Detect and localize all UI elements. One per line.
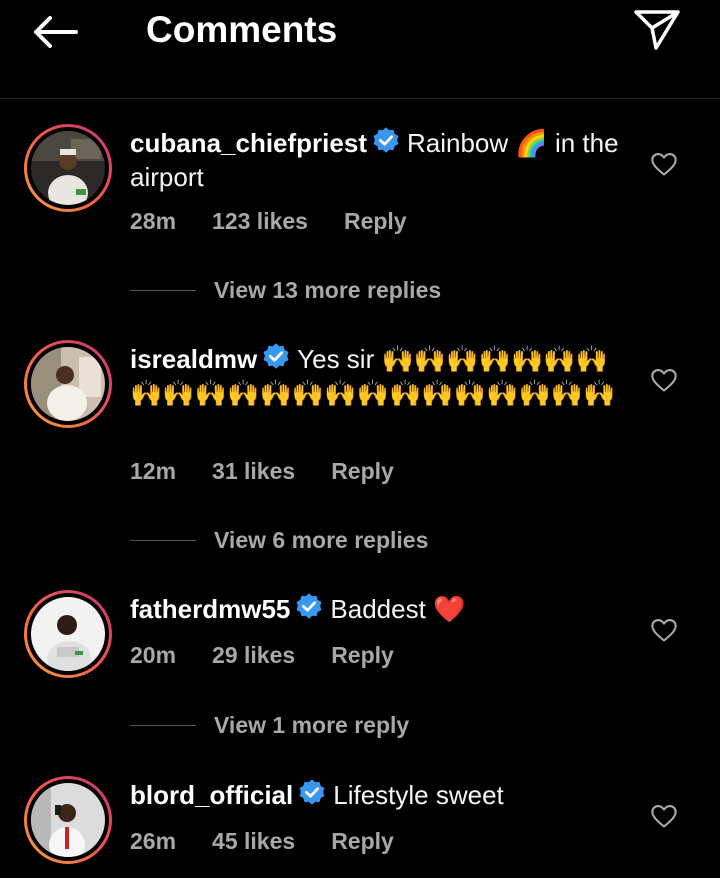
- comment-time: 20m: [130, 642, 177, 668]
- comment-likes[interactable]: 45 likes: [212, 828, 295, 854]
- paper-plane-icon: [634, 10, 680, 50]
- comment-username[interactable]: fatherdmw55: [130, 594, 290, 624]
- verified-badge-icon: [373, 127, 399, 153]
- comment-text: Lifestyle sweet: [333, 780, 504, 810]
- reply-button[interactable]: Reply: [331, 642, 394, 668]
- comment-time: 26m: [130, 828, 177, 854]
- story-ring[interactable]: [24, 340, 112, 428]
- share-button[interactable]: [630, 6, 684, 54]
- header-bar: Comments: [0, 0, 720, 99]
- avatar: [31, 597, 105, 671]
- avatar: [31, 131, 105, 205]
- story-ring[interactable]: [24, 124, 112, 212]
- back-button[interactable]: [28, 8, 84, 56]
- comment-username[interactable]: blord_official: [130, 780, 293, 810]
- reply-button[interactable]: Reply: [331, 458, 394, 484]
- reply-button[interactable]: Reply: [331, 828, 394, 854]
- comment-text: Baddest ❤️: [330, 594, 466, 624]
- comment-username[interactable]: cubana_chiefpriest: [130, 128, 367, 158]
- view-replies-button[interactable]: View 6 more replies: [130, 525, 428, 555]
- comment-likes[interactable]: 31 likes: [212, 458, 295, 484]
- arrow-left-icon: [34, 16, 78, 48]
- comment-likes[interactable]: 29 likes: [212, 642, 295, 668]
- heart-outline-icon[interactable]: [650, 150, 678, 178]
- heart-outline-icon[interactable]: [650, 616, 678, 644]
- reply-button[interactable]: Reply: [344, 208, 407, 234]
- heart-outline-icon[interactable]: [650, 366, 678, 394]
- comment-likes[interactable]: 123 likes: [212, 208, 308, 234]
- view-replies-label: View 6 more replies: [214, 527, 429, 553]
- divider-line: [130, 725, 196, 726]
- avatar: [31, 347, 105, 421]
- story-ring[interactable]: [24, 776, 112, 864]
- view-replies-button[interactable]: View 1 more reply: [130, 710, 409, 740]
- divider-line: [130, 290, 196, 291]
- verified-badge-icon: [299, 779, 325, 805]
- avatar: [31, 783, 105, 857]
- comment-time: 28m: [130, 208, 177, 234]
- view-replies-button[interactable]: View 13 more replies: [130, 275, 441, 305]
- heart-outline-icon[interactable]: [650, 802, 678, 830]
- view-replies-label: View 1 more reply: [214, 712, 410, 738]
- story-ring[interactable]: [24, 590, 112, 678]
- divider-line: [130, 540, 196, 541]
- comment-time: 12m: [130, 458, 177, 484]
- verified-badge-icon: [296, 593, 322, 619]
- view-replies-label: View 13 more replies: [214, 277, 442, 303]
- page-title: Comments: [146, 9, 338, 50]
- verified-badge-icon: [263, 343, 289, 369]
- comment-username[interactable]: isrealdmw: [130, 344, 257, 374]
